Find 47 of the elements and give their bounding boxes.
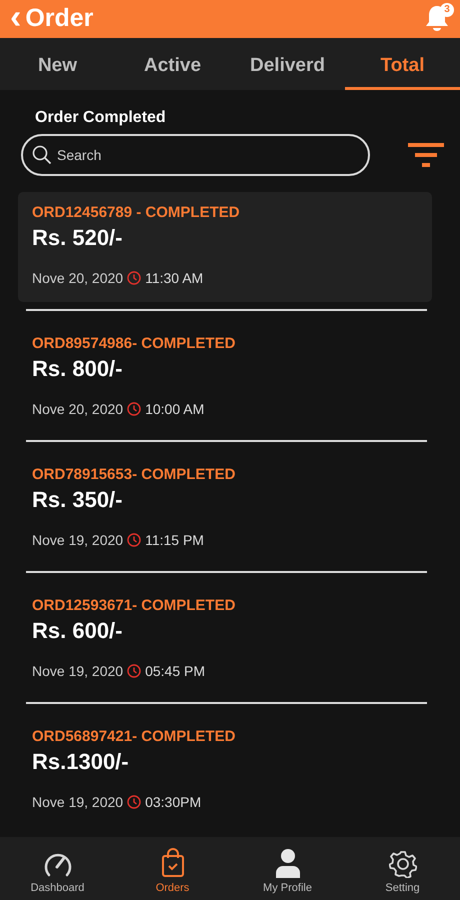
order-date: Nove 19, 2020 [32, 531, 124, 550]
order-amount: Rs. 800/- [32, 355, 124, 383]
order-card[interactable]: ORD12593671- COMPLETED Rs. 600/- Nove 19, 2020 05:45 PM [18, 585, 432, 695]
section-title: Order Completed [34, 108, 167, 128]
notification-badge: 3 [440, 3, 454, 17]
person-icon [274, 848, 300, 878]
nav-item[interactable]: My Profile [230, 837, 345, 900]
clock-icon [127, 402, 142, 416]
order-amount: Rs.1300/- [32, 748, 130, 776]
settings-icon [388, 850, 416, 878]
clock-icon [127, 271, 142, 285]
tab[interactable]: Total [345, 38, 460, 90]
tab[interactable]: New [0, 38, 115, 90]
order-time: 11:30 AM [145, 269, 204, 288]
nav-item[interactable]: Dashboard [0, 837, 115, 900]
order-date: Nove 20, 2020 [32, 269, 124, 288]
order-title: ORD89574986- COMPLETED [32, 335, 236, 353]
order-date: Nove 20, 2020 [32, 400, 124, 419]
nav-item[interactable]: Orders [115, 837, 230, 900]
search-field[interactable]: Search [21, 134, 370, 176]
clock-icon [127, 664, 142, 678]
order-card[interactable]: ORD56897421- COMPLETED Rs.1300/- Nove 19, 2020 03:30PM [18, 716, 432, 826]
order-title: ORD12456789 - COMPLETED [32, 204, 241, 222]
order-date: Nove 19, 2020 [32, 793, 124, 812]
tab[interactable]: Deliverd [230, 38, 345, 90]
tab[interactable]: Active [115, 38, 230, 90]
order-card[interactable]: ORD78915653- COMPLETED Rs. 350/- Nove 19, 2020 11:15 PM [18, 454, 432, 564]
order-title: ORD12593671- COMPLETED [32, 597, 236, 615]
page-title: Order [25, 3, 94, 34]
order-card[interactable]: ORD12456789 - COMPLETED Rs. 520/- Nove 20, 2020 11:30 AM [18, 192, 432, 302]
order-amount: Rs. 520/- [32, 224, 124, 252]
clock-icon [127, 795, 142, 809]
order-title: ORD78915653- COMPLETED [32, 466, 236, 484]
order-time: 11:15 PM [145, 531, 204, 550]
order-time: 05:45 PM [145, 662, 206, 681]
filter-icon[interactable] [408, 142, 444, 167]
order-amount: Rs. 600/- [32, 617, 124, 645]
order-time: 03:30PM [145, 793, 202, 812]
order-time: 10:00 AM [145, 400, 204, 419]
search-icon [32, 145, 52, 165]
order-card[interactable]: ORD89574986- COMPLETED Rs. 800/- Nove 20, 2020 10:00 AM [18, 323, 432, 433]
order-amount: Rs. 350/- [32, 486, 124, 514]
nav-item[interactable]: Setting [345, 837, 460, 900]
order-title: ORD56897421- COMPLETED [32, 728, 236, 746]
shopping-bag-icon [160, 848, 184, 878]
order-date: Nove 19, 2020 [32, 662, 124, 681]
clock-icon [127, 533, 142, 547]
